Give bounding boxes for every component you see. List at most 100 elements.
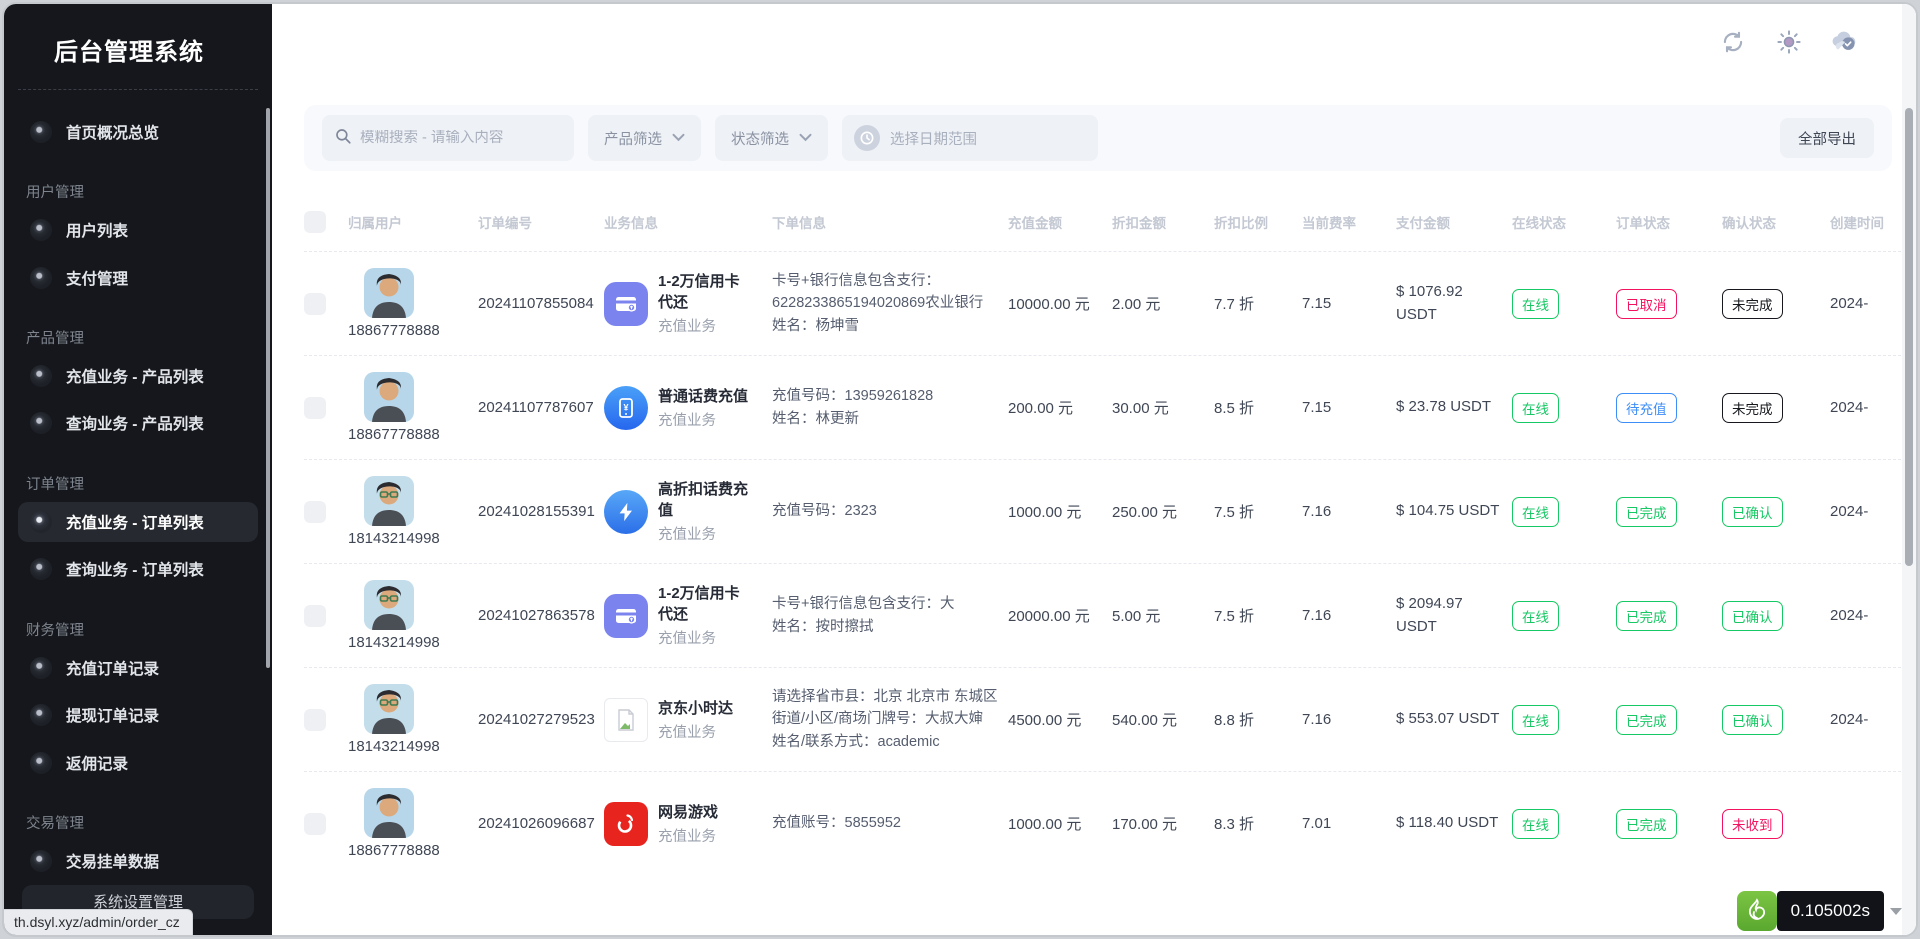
fee-rate: 7.15	[1302, 295, 1388, 312]
sidebar-item-query-products[interactable]: 查询业务 - 产品列表	[18, 404, 258, 443]
order-no: 20241027863578	[478, 607, 596, 624]
row-checkbox[interactable]	[304, 605, 326, 627]
cloud-check-icon[interactable]	[1830, 27, 1860, 57]
confirm-status-badge: 未收到	[1722, 809, 1783, 839]
product-cell: ¥ 普通话费充值 充值业务	[604, 386, 764, 430]
search-input[interactable]	[360, 130, 562, 146]
timer-badge: 0.105002s	[1777, 891, 1884, 931]
sidebar-item-label: 用户列表	[66, 219, 128, 241]
discount-ratio: 7.5 折	[1214, 605, 1294, 626]
online-status-badge: 在线	[1512, 705, 1559, 735]
sidebar-item-recharge-records[interactable]: 充值订单记录	[18, 648, 258, 687]
product-cell: 网易游戏 充值业务	[604, 802, 764, 846]
user-cell: 18143214998	[348, 580, 470, 651]
user-cell: 18143214998	[348, 684, 470, 755]
sidebar-item-query-orders[interactable]: 查询业务 - 订单列表	[18, 550, 258, 589]
product-type: 充值业务	[658, 825, 754, 846]
caret-down-icon[interactable]	[1890, 908, 1902, 915]
sidebar-scrollbar[interactable]	[266, 108, 270, 668]
product-filter-label: 产品筛选	[604, 128, 662, 149]
discount-amount: 2.00 元	[1112, 293, 1206, 314]
fee-rate: 7.16	[1302, 607, 1388, 624]
table-row: 18867778888 20241107855084 1-2万信用卡代还 充值业…	[304, 251, 1916, 355]
discount-ratio: 8.3 折	[1214, 813, 1294, 834]
app-window: 后台管理系统 首页概况总览 用户管理 用户列表 支付管理 产品管理 充值业务 -…	[2, 2, 1918, 937]
discount-amount: 5.00 元	[1112, 605, 1206, 626]
product-type: 充值业务	[658, 523, 754, 544]
row-checkbox[interactable]	[304, 397, 326, 419]
discount-amount: 250.00 元	[1112, 501, 1206, 522]
fee-rate: 7.16	[1302, 711, 1388, 728]
product-filter-select[interactable]: 产品筛选	[588, 115, 701, 161]
sidebar-section-users: 用户管理	[26, 181, 250, 202]
order-status-badge: 已完成	[1616, 497, 1677, 527]
product-cell: 京东小时达 充值业务	[604, 698, 764, 742]
product-name: 网易游戏	[658, 802, 754, 823]
sidebar-item-label: 充值业务 - 产品列表	[66, 365, 204, 387]
order-info: 充值号码：13959261828 姓名：林更新	[772, 385, 1000, 430]
fee-rate: 7.15	[1302, 399, 1388, 416]
sidebar-item-recharge-orders[interactable]: 充值业务 - 订单列表	[18, 502, 258, 541]
record-dot-icon	[30, 121, 52, 143]
status-filter-label: 状态筛选	[731, 128, 789, 149]
avatar	[364, 476, 414, 526]
sidebar-item-withdraw-records[interactable]: 提现订单记录	[18, 695, 258, 734]
sidebar-item-label: 充值订单记录	[66, 657, 159, 679]
order-status-badge: 已完成	[1616, 705, 1677, 735]
record-dot-icon	[30, 219, 52, 241]
sidebar-item-trade-pending[interactable]: 交易挂单数据	[18, 841, 258, 880]
main-scrollbar-thumb[interactable]	[1905, 108, 1913, 566]
order-no: 20241107787607	[478, 399, 596, 416]
refresh-icon[interactable]	[1718, 27, 1748, 57]
row-checkbox[interactable]	[304, 293, 326, 315]
order-no: 20241027279523	[478, 711, 596, 728]
product-cell: 高折扣话费充值 充值业务	[604, 479, 764, 544]
sidebar-item-recharge-products[interactable]: 充值业务 - 产品列表	[18, 356, 258, 395]
row-checkbox[interactable]	[304, 501, 326, 523]
status-filter-select[interactable]: 状态筛选	[715, 115, 828, 161]
sidebar-item-rebate-records[interactable]: 返佣记录	[18, 743, 258, 782]
col-online: 在线状态	[1512, 212, 1608, 232]
recharge-amount: 1000.00 元	[1008, 813, 1104, 834]
row-checkbox[interactable]	[304, 813, 326, 835]
col-confirm: 确认状态	[1722, 212, 1822, 232]
sidebar-item-label: 交易挂单数据	[66, 850, 159, 872]
date-range-picker[interactable]: 选择日期范围	[842, 115, 1098, 161]
order-no: 20241028155391	[478, 503, 596, 520]
record-dot-icon	[30, 752, 52, 774]
extension-logo-icon[interactable]	[1737, 891, 1777, 931]
sidebar-item-user-list[interactable]: 用户列表	[18, 210, 258, 249]
confirm-status-badge: 已确认	[1722, 497, 1783, 527]
user-phone: 18867778888	[348, 426, 470, 443]
col-pay: 支付金额	[1396, 212, 1504, 232]
sidebar-item-label: 返佣记录	[66, 752, 128, 774]
theme-sun-icon[interactable]	[1774, 27, 1804, 57]
date-range-label: 选择日期范围	[890, 128, 977, 149]
sidebar-item-label: 支付管理	[66, 267, 128, 289]
sidebar-section-orders: 订单管理	[26, 473, 250, 494]
sidebar-section-finance: 财务管理	[26, 619, 250, 640]
pay-amount: $ 23.78 USDT	[1396, 396, 1504, 419]
col-user: 归属用户	[348, 212, 470, 232]
record-dot-icon	[30, 704, 52, 726]
discount-ratio: 8.8 折	[1214, 709, 1294, 730]
topbar	[272, 4, 1916, 79]
export-all-button[interactable]: 全部导出	[1780, 118, 1874, 158]
table-header-row: 归属用户 订单编号 业务信息 下单信息 充值金额 折扣金额 折扣比例 当前费率 …	[304, 201, 1916, 251]
app-title: 后台管理系统	[4, 4, 272, 67]
table-row: 18867778888 20241107787607 ¥ 普通话费充值 充值业务…	[304, 355, 1916, 459]
order-status-badge: 已取消	[1616, 289, 1677, 319]
sidebar-item-home[interactable]: 首页概况总览	[18, 112, 258, 151]
col-recharge: 充值金额	[1008, 212, 1104, 232]
main-area: 产品筛选 状态筛选 选择日期范围 全部导出	[272, 4, 1916, 935]
search-icon	[334, 127, 352, 150]
table-row: 18143214998 20241027863578 1-2万信用卡代还 充值业…	[304, 563, 1916, 667]
fee-rate: 7.16	[1302, 503, 1388, 520]
row-checkbox[interactable]	[304, 709, 326, 731]
sidebar-item-payment[interactable]: 支付管理	[18, 258, 258, 297]
col-discount: 折扣金额	[1112, 212, 1206, 232]
search-box[interactable]	[322, 115, 574, 161]
main-scrollbar-track[interactable]	[1902, 4, 1916, 935]
confirm-status-badge: 未完成	[1722, 289, 1783, 319]
select-all-checkbox[interactable]	[304, 211, 326, 233]
